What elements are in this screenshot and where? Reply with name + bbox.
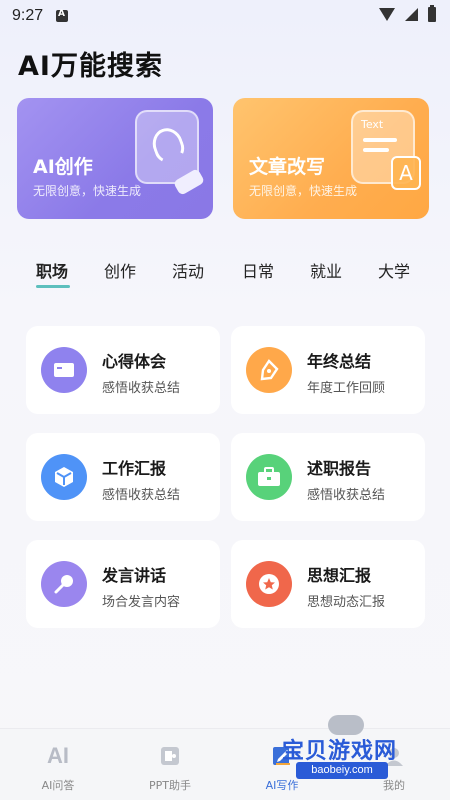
tile-speech[interactable]: 发言讲话 场合发言内容: [26, 540, 220, 628]
article-rewrite-card[interactable]: Text A 文章改写 无限创意，快速生成: [233, 98, 429, 219]
tab-creation[interactable]: 创作: [104, 258, 136, 282]
nav-ai-qa[interactable]: AI AI问答: [13, 729, 103, 800]
watermark-brand: 宝贝游戏网: [282, 739, 398, 764]
briefcase-icon: [246, 454, 292, 500]
battery-icon: [428, 5, 436, 22]
wifi-icon: [379, 8, 395, 21]
ai-create-subtitle: 无限创意，快速生成: [33, 184, 142, 198]
tab-university[interactable]: 大学: [378, 258, 410, 282]
ai-icon: AI: [47, 743, 69, 768]
tab-activity[interactable]: 活动: [172, 258, 204, 282]
system-icons: [379, 5, 436, 22]
text-document-icon: Text A: [351, 110, 421, 190]
tile-experience[interactable]: 心得体会 感悟收获总结: [26, 326, 220, 414]
tile-title: 述职报告: [307, 459, 372, 478]
tab-daily[interactable]: 日常: [242, 258, 274, 282]
tile-thought-report[interactable]: 思想汇报 思想动态汇报: [231, 540, 425, 628]
ai-create-card[interactable]: AI创作 无限创意，快速生成: [17, 98, 213, 219]
tile-subtitle: 感悟收获总结: [102, 381, 181, 396]
tile-subtitle: 思想动态汇报: [307, 595, 386, 610]
article-rewrite-subtitle: 无限创意，快速生成: [249, 184, 358, 198]
tile-title: 思想汇报: [307, 566, 372, 585]
tile-subtitle: 感悟收获总结: [102, 488, 181, 503]
nav-label: PPT助手: [149, 779, 191, 792]
microphone-icon: [41, 561, 87, 607]
watermark-logo: 宝贝游戏网 baobeiy.com: [270, 715, 440, 785]
ai-create-title: AI创作: [33, 156, 93, 178]
star-badge-icon: [246, 561, 292, 607]
pen-squiggle-icon: [135, 110, 206, 196]
book-icon: [41, 347, 87, 393]
tile-work-report[interactable]: 工作汇报 感悟收获总结: [26, 433, 220, 521]
watermark-url: baobeiy.com: [296, 762, 388, 779]
gamepad-icon: [328, 715, 364, 735]
tile-title: 年终总结: [307, 352, 372, 371]
nav-ppt-assistant[interactable]: PPT助手: [125, 729, 215, 800]
signal-icon: [405, 8, 418, 21]
cube-icon: [41, 454, 87, 500]
tile-subtitle: 感悟收获总结: [307, 488, 386, 503]
tile-subtitle: 场合发言内容: [102, 595, 181, 610]
tab-workplace[interactable]: 职场: [36, 258, 68, 282]
status-bar: 9:27: [0, 0, 450, 34]
tile-duty-report[interactable]: 述职报告 感悟收获总结: [231, 433, 425, 521]
article-rewrite-title: 文章改写: [249, 156, 326, 178]
category-tabs: 职场 创作 活动 日常 就业 大学: [0, 258, 450, 292]
pen-nib-icon: [246, 347, 292, 393]
tab-employment[interactable]: 就业: [310, 258, 342, 282]
tile-subtitle: 年度工作回顾: [307, 381, 386, 396]
ppt-icon: [125, 741, 215, 771]
page-title: AI万能搜索: [18, 51, 163, 82]
tile-title: 发言讲话: [102, 566, 167, 585]
tile-year-end-summary[interactable]: 年终总结 年度工作回顾: [231, 326, 425, 414]
active-tab-indicator: [36, 285, 70, 288]
status-time: 9:27: [12, 7, 44, 24]
tile-title: 心得体会: [102, 352, 167, 371]
notification-icon: [56, 9, 68, 22]
nav-label: AI问答: [41, 779, 75, 792]
tile-title: 工作汇报: [102, 459, 167, 478]
